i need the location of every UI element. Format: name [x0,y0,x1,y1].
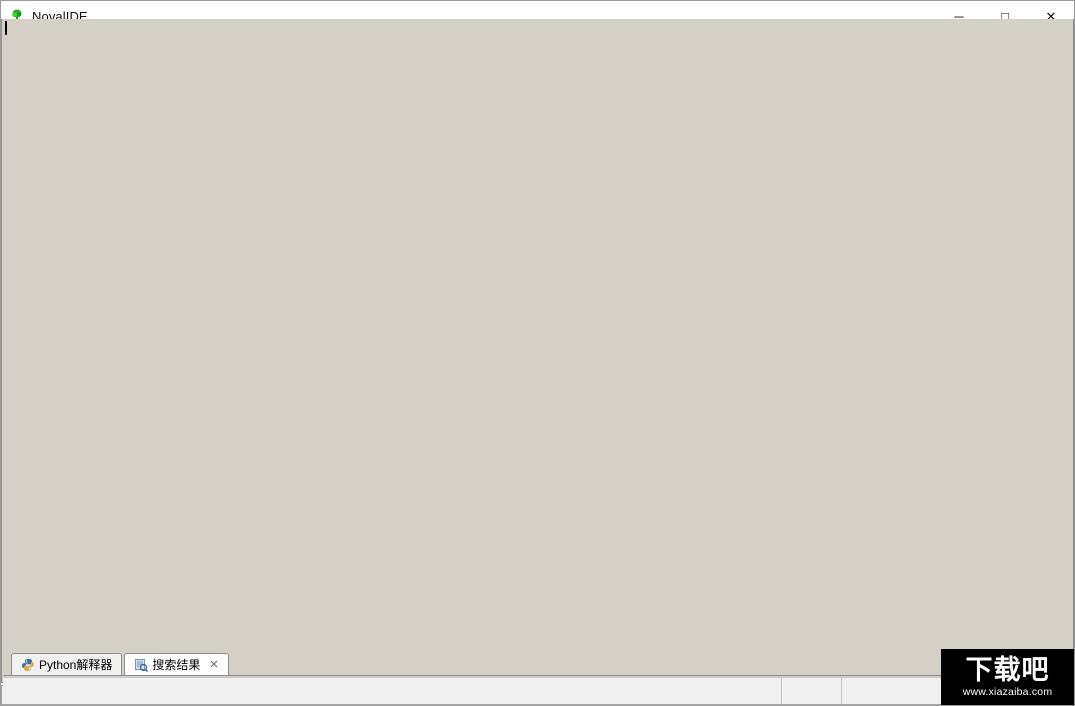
tab-python-interpreter[interactable]: Python解释器 [11,653,123,675]
tab-search-results[interactable]: 搜索结果 ✕ [124,653,229,675]
tab-label: Python解释器 [39,658,113,672]
watermark-url: www.xiazaiba.com [962,685,1053,698]
application-window: NovalIDE ─ □ ✕ 文件(F)编辑(E)查看(V)格式化(F)项目(E… [0,0,1075,706]
watermark-title: 下载吧 [965,654,1050,686]
statusbar-cell-b [842,678,943,704]
statusbar-cell-a [782,678,842,704]
statusbar-message [3,678,782,704]
search-results-panel: 搜索结果 ─ ✕ ‹ › [1,1,1074,705]
search-results-icon [134,658,149,672]
python-icon [21,658,35,672]
search-results-content[interactable] [1,19,1074,683]
bottom-tabbar: Python解释器 搜索结果 ✕ [3,651,1073,676]
statusbar [3,677,1073,704]
watermark: 下载吧 www.xiazaiba.com [941,649,1074,705]
tab-label: 搜索结果 [152,658,201,672]
text-caret [5,21,7,35]
tab-close-icon[interactable]: ✕ [209,658,218,671]
